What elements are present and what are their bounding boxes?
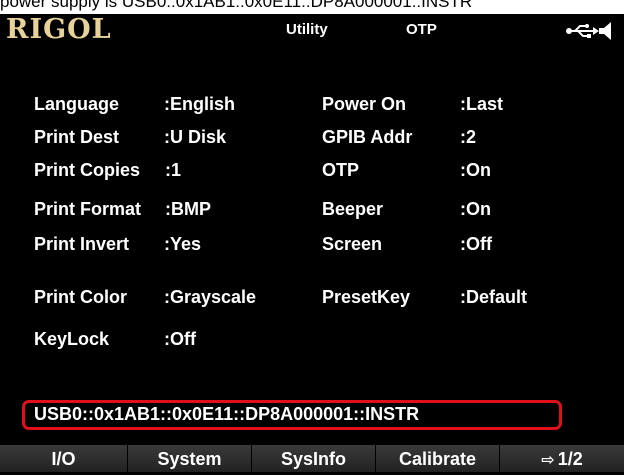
usb-connected-icon (566, 24, 599, 38)
page-caption: power supply is USB0::0x1AB1::0x0E11::DP… (0, 0, 624, 14)
setting-value: :BMP (165, 199, 211, 219)
softkey-label: System (157, 449, 222, 469)
mode-indicator: OTP (406, 21, 437, 38)
setting-label: Print Color (34, 287, 127, 307)
setting-print-color[interactable]: Print Color :Grayscale (34, 284, 294, 310)
setting-print-invert[interactable]: Print Invert :Yes (34, 231, 284, 257)
setting-keylock[interactable]: KeyLock :Off (34, 326, 284, 352)
softkey-label: SysInfo (280, 449, 346, 469)
rigol-logo: RIGOL (6, 14, 112, 45)
setting-power-on[interactable]: Power On :Last (322, 91, 582, 117)
setting-label: Screen (322, 234, 383, 254)
setting-value: :U Disk (164, 127, 227, 147)
softkey-label: 1/2 (557, 449, 583, 469)
setting-value: :Yes (164, 234, 202, 254)
setting-label: PresetKey (322, 287, 411, 307)
setting-value: :Off (460, 234, 492, 254)
setting-print-copies[interactable]: Print Copies :1 (34, 157, 284, 183)
setting-value: :On (460, 160, 491, 180)
setting-screen[interactable]: Screen :Off (322, 231, 582, 257)
speaker-icon (599, 22, 611, 40)
menu-title: Utility (286, 21, 328, 38)
setting-label: Print Invert (34, 234, 130, 254)
softkey-sysinfo[interactable]: SysInfo (252, 445, 376, 472)
setting-value: :Off (164, 329, 196, 349)
setting-label: GPIB Addr (322, 127, 413, 147)
softkey-next-page[interactable]: ⇨ 1/2 (500, 445, 624, 472)
softkey-calibrate[interactable]: Calibrate (376, 445, 500, 472)
setting-value: :Last (460, 94, 504, 114)
setting-gpib-addr[interactable]: GPIB Addr :2 (322, 124, 582, 150)
setting-value: :English (164, 94, 235, 114)
highlight-box (22, 400, 562, 430)
setting-label: Beeper (322, 199, 384, 219)
setting-language[interactable]: Language :English (34, 91, 284, 117)
setting-print-dest[interactable]: Print Dest :U Disk (34, 124, 284, 150)
setting-label: Power On (322, 94, 407, 114)
setting-value: :Default (460, 287, 527, 307)
setting-value: :1 (165, 160, 182, 180)
setting-label: KeyLock (34, 329, 110, 349)
softkey-bar: I/O System SysInfo Calibrate ⇨ 1/2 (0, 445, 624, 472)
setting-value: :Grayscale (164, 287, 257, 307)
setting-otp[interactable]: OTP :On (322, 157, 582, 183)
setting-print-format[interactable]: Print Format :BMP (34, 196, 284, 222)
setting-presetkey[interactable]: PresetKey :Default (322, 284, 602, 310)
setting-label: Language (34, 94, 120, 114)
setting-label: Print Dest (34, 127, 120, 147)
title-bar: RIGOL Utility OTP (0, 14, 624, 46)
softkey-io[interactable]: I/O (0, 445, 128, 472)
arrow-right-icon: ⇨ (541, 452, 555, 469)
setting-value: :On (460, 199, 491, 219)
setting-beeper[interactable]: Beeper :On (322, 196, 582, 222)
setting-label: Print Format (34, 199, 142, 219)
softkey-label: I/O (51, 449, 76, 469)
softkey-system[interactable]: System (128, 445, 252, 472)
softkey-label: Calibrate (398, 449, 477, 469)
setting-label: Print Copies (34, 160, 141, 180)
setting-label: OTP (322, 160, 360, 180)
setting-value: :2 (460, 127, 477, 147)
